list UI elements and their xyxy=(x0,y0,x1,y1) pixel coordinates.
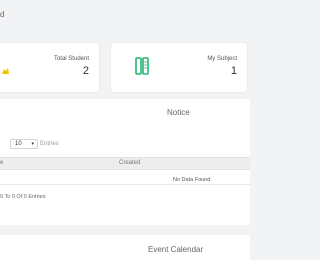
my-subject-card[interactable]: My Subject 1 xyxy=(111,43,247,92)
total-student-card[interactable]: Total Student 2 xyxy=(0,43,99,92)
event-calendar-panel xyxy=(0,235,250,260)
entries-select-value: 10 xyxy=(15,141,22,147)
column-header-created[interactable]: Created xyxy=(119,160,140,166)
entries-label: Entries xyxy=(40,141,59,147)
my-subject-count: 1 xyxy=(230,65,237,77)
table-info: 0 To 0 Of 0 Entries xyxy=(0,194,46,200)
chevron-down-icon: ▾ xyxy=(31,141,34,147)
my-subject-label: My Subject xyxy=(207,56,237,62)
event-calendar-title: Event Calendar xyxy=(148,245,204,254)
row-divider xyxy=(0,184,250,185)
book-icon xyxy=(135,57,150,75)
notice-title: Notice xyxy=(167,108,190,117)
empty-table-message: No Data Found xyxy=(173,177,211,183)
page-title: d xyxy=(0,10,5,19)
total-student-label: Total Student xyxy=(53,56,89,62)
entries-select[interactable]: 10 ▾ xyxy=(10,139,38,149)
total-student-count: 2 xyxy=(82,65,89,77)
column-header-title[interactable]: e xyxy=(0,160,3,166)
user-icon xyxy=(0,65,10,75)
